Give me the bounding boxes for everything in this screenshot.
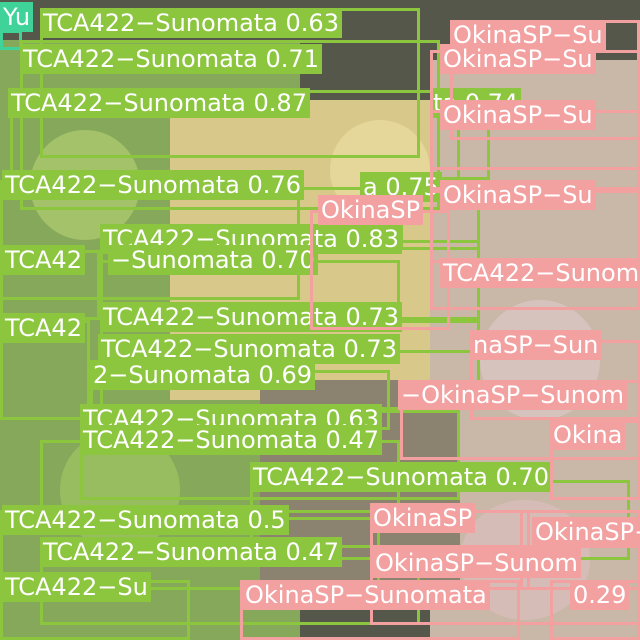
bounding-box-yu: [0, 30, 22, 50]
detection-label-sunomata: 2−Sunomata 0.69: [90, 360, 315, 390]
detection-label-okina: −OkinaSP−Sunom: [398, 380, 628, 410]
detection-label-sunomata: TCA422−Sunomata 0.63: [40, 8, 342, 38]
detection-label-okina: 0.29: [570, 580, 630, 610]
detection-label-sunomata: TCA422−Sunomata 0.47: [80, 425, 382, 455]
detection-label-sunomata: TCA42: [2, 245, 85, 275]
detection-label-sunomata: TCA422−Sunomata 0.5: [2, 505, 289, 535]
detection-label-sunomata: TCA422−Sunomata 0.47: [40, 537, 342, 567]
detection-label-okina: OkinaSP−Su: [440, 44, 596, 74]
detection-label-okina: naSP−Sun: [470, 330, 602, 360]
detection-label-okina: OkinaSP−Sunoma: [532, 517, 640, 547]
detection-label-yu: Yu: [0, 2, 34, 32]
bounding-box-okina: [310, 210, 450, 330]
detection-label-sunomata: TCA422−Sunomata 0.71: [20, 44, 322, 74]
detection-label-okina: OkinaSP: [370, 503, 476, 533]
detection-label-sunomata: −Sunomata 0.70: [108, 245, 318, 275]
detection-label-okina: OkinaSP−Sunom: [372, 548, 581, 578]
detection-label-sunomata: TCA422−Su: [2, 572, 151, 602]
detection-label-okina: Okina: [550, 420, 626, 450]
detection-label-sunomata: TCA422−Sunomata 0.87: [8, 88, 310, 118]
detection-label-okina: OkinaSP: [318, 195, 424, 225]
detection-label-sunomata: TCA422−Sunomata 0.76: [2, 170, 304, 200]
detection-label-okina: OkinaSP−Su: [440, 100, 596, 130]
detection-label-okina: OkinaSP−Sunomata: [242, 580, 490, 610]
detection-label-okina: TCA422−Sunomata 0.: [440, 258, 640, 288]
detection-label-sunomata: TCA42: [2, 313, 85, 343]
detection-label-okina: OkinaSP−Su: [440, 180, 596, 210]
detection-label-sunomata: TCA422−Sunomata 0.70: [250, 462, 552, 492]
photo-scene: Yu TCA422−Sunomata 0.63 TCA422−Sunomata 0.…: [0, 0, 640, 640]
